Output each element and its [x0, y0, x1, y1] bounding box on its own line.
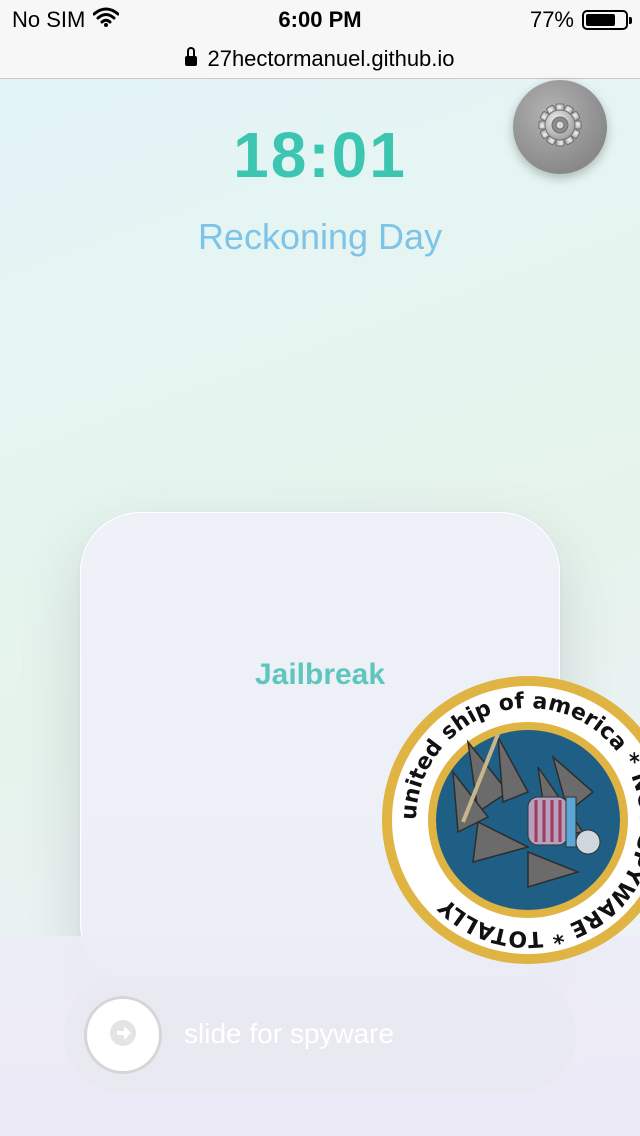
battery-percent: 77%: [529, 7, 574, 32]
status-bar: No SIM 6:00 PM 77%: [0, 0, 640, 40]
slider-label: slide for spyware: [184, 1018, 395, 1049]
subtitle: Reckoning Day: [197, 216, 443, 257]
status-right: 77%: [529, 7, 632, 33]
gear-icon: [536, 101, 584, 154]
spyware-seal-image: united ship of america * NOT SPYWARE * T…: [378, 672, 640, 968]
arrow-right-icon: [108, 1018, 138, 1053]
settings-button[interactable]: [513, 80, 607, 174]
battery-icon: [582, 10, 632, 30]
url-text[interactable]: 27hectormanuel.github.io: [207, 46, 454, 72]
battery-fill: [586, 14, 616, 26]
address-bar[interactable]: 27hectormanuel.github.io: [0, 40, 640, 79]
slider-knob[interactable]: [84, 996, 162, 1074]
lock-icon: [185, 47, 198, 68]
slide-track[interactable]: slide for spyware: [64, 976, 576, 1094]
